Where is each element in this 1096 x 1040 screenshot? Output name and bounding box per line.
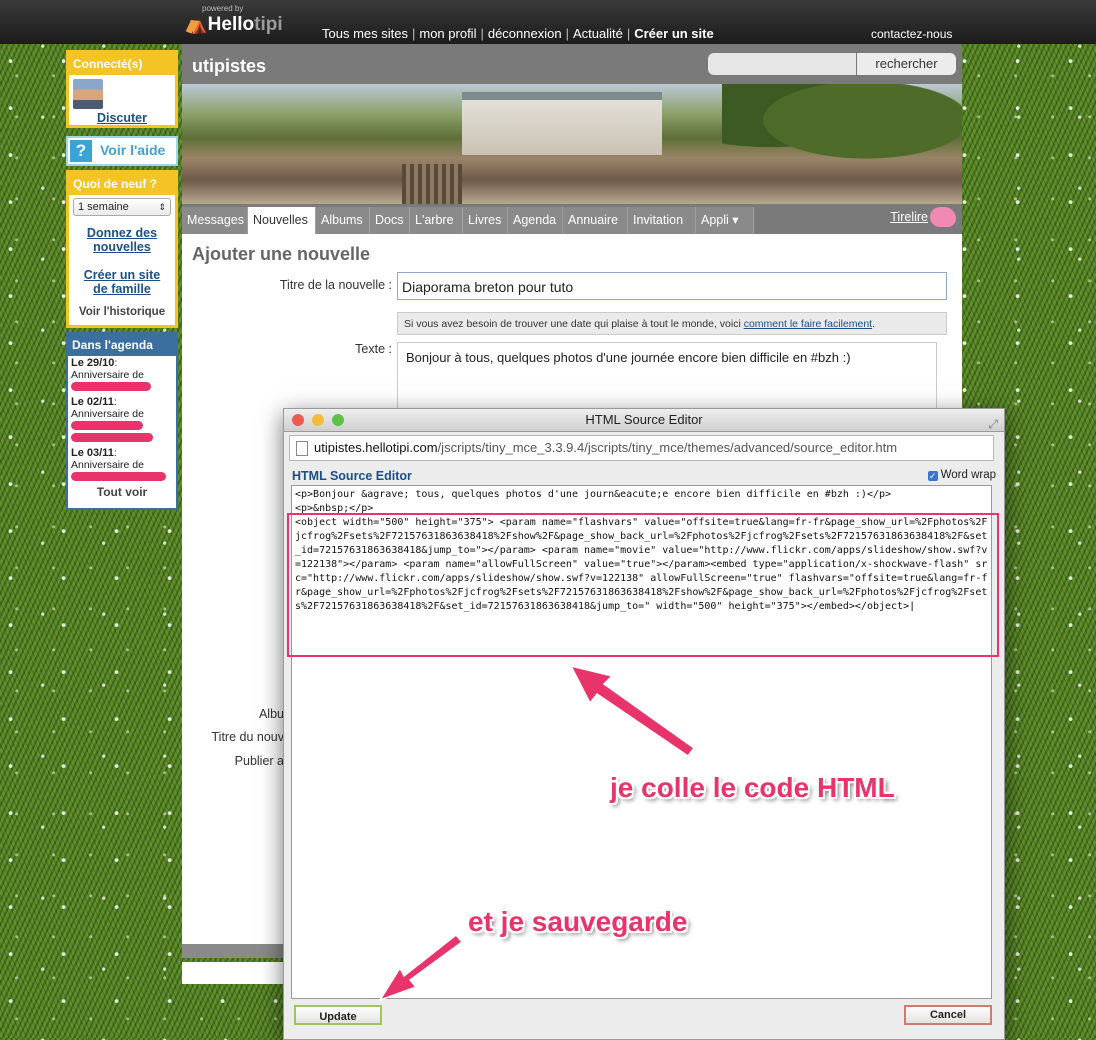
- agenda-item[interactable]: Le 29/10: Anniversaire de: [68, 356, 176, 395]
- user-avatar[interactable]: [73, 79, 103, 109]
- chat-link[interactable]: Discuter: [69, 111, 175, 125]
- select-arrows-icon: ⇕: [158, 202, 166, 212]
- redacted-name: [71, 382, 151, 391]
- chevron-down-icon: ▾: [732, 213, 739, 227]
- agenda-event: Anniversaire de: [71, 459, 144, 471]
- hint-text: Si vous avez besoin de trouver une date …: [404, 318, 741, 330]
- publish-label: Publier a: [234, 754, 284, 768]
- see-all-link[interactable]: Tout voir: [68, 485, 176, 499]
- window-titlebar[interactable]: HTML Source Editor ⤢: [284, 409, 1004, 432]
- nav-all-sites[interactable]: Tous mes sites: [322, 26, 408, 41]
- window-title: HTML Source Editor: [585, 412, 703, 427]
- text-label: Texte :: [355, 342, 392, 356]
- search-input[interactable]: [708, 53, 856, 75]
- news-text-editor[interactable]: Bonjour à tous, quelques photos d'une jo…: [397, 342, 937, 412]
- connected-panel: Connecté(s) Discuter: [66, 50, 178, 128]
- contact-link[interactable]: contactez-nous: [871, 27, 952, 41]
- page-title: Ajouter une nouvelle: [192, 244, 371, 264]
- document-icon: [296, 441, 308, 456]
- paste-annotation: je colle le code HTML: [610, 772, 895, 803]
- url-host: utipistes.hellotipi.com: [314, 440, 438, 455]
- agenda-item[interactable]: Le 03/11: Anniversaire de: [68, 446, 176, 485]
- resize-icon[interactable]: ⤢: [988, 413, 998, 435]
- piggy-bank-icon[interactable]: [930, 207, 956, 227]
- url-bar[interactable]: utipistes.hellotipi.com/jscripts/tiny_mc…: [289, 435, 994, 461]
- tab-appli[interactable]: Appli ▾: [696, 207, 754, 234]
- nav-my-profile[interactable]: mon profil: [419, 26, 476, 41]
- nav-create-site[interactable]: Créer un site: [634, 26, 713, 41]
- agenda-panel: Dans l'agenda Le 29/10: Anniversaire de …: [66, 332, 178, 510]
- word-wrap-label: Word wrap: [940, 469, 996, 481]
- tab-appli-label: Appli: [701, 213, 729, 227]
- search-button[interactable]: rechercher: [857, 53, 956, 75]
- give-news-link[interactable]: Donnez des nouvelles: [69, 226, 175, 254]
- logo-hello: Hello: [207, 14, 255, 35]
- tab-invitation[interactable]: Invitation: [628, 207, 696, 234]
- tab-livres[interactable]: Livres: [463, 207, 508, 234]
- agenda-item[interactable]: Le 02/11: Anniversaire de: [68, 395, 176, 446]
- tab-albums[interactable]: Albums: [316, 207, 370, 234]
- period-select[interactable]: 1 semaine ⇕: [73, 198, 171, 216]
- close-window-icon[interactable]: [292, 414, 304, 426]
- title-label: Titre de la nouvelle :: [279, 278, 392, 292]
- site-header: utipistes rechercher: [182, 44, 962, 84]
- nav-news[interactable]: Actualité: [573, 26, 623, 41]
- connected-title: Connecté(s): [69, 53, 175, 75]
- checkbox-checked-icon[interactable]: ✓: [927, 471, 938, 481]
- tab-annuaire[interactable]: Annuaire: [563, 207, 628, 234]
- create-family-site-link[interactable]: Créer un site de famille: [69, 268, 175, 296]
- minimize-window-icon[interactable]: [312, 414, 324, 426]
- redacted-name: [71, 472, 166, 481]
- agenda-title: Dans l'agenda: [68, 334, 176, 356]
- agenda-date: Le 29/10: [71, 357, 115, 369]
- site-tabs: Messages Nouvelles Albums Docs L'arbre L…: [182, 204, 962, 234]
- editor-heading: HTML Source Editor: [292, 469, 412, 483]
- album-title-label: Titre du nouv: [211, 730, 285, 744]
- site-banner-image: [182, 84, 962, 204]
- tirelire-link[interactable]: Tirelire: [890, 210, 928, 224]
- agenda-event: Anniversaire de: [71, 369, 144, 381]
- top-bar: powered by ⛺Hellotipi Tous mes sites | mon…: [0, 0, 1096, 44]
- agenda-date: Le 02/11: [71, 396, 114, 408]
- tab-agenda[interactable]: Agenda: [508, 207, 563, 234]
- date-hint: Si vous avez besoin de trouver une date …: [397, 312, 947, 335]
- album-label: Albu: [258, 707, 284, 721]
- help-button[interactable]: ? Voir l'aide: [66, 136, 178, 166]
- word-wrap-toggle[interactable]: ✓ Word wrap: [927, 469, 996, 481]
- nav-logout[interactable]: déconnexion: [488, 26, 562, 41]
- help-label: Voir l'aide: [100, 142, 166, 158]
- period-select-value: 1 semaine: [78, 201, 129, 213]
- html-source-editor-window: HTML Source Editor ⤢ utipistes.hellotipi…: [283, 408, 1005, 1040]
- save-annotation: et je sauvegarde: [468, 906, 688, 937]
- zoom-window-icon[interactable]: [332, 414, 344, 426]
- agenda-event: Anniversaire de: [71, 408, 144, 420]
- url-path: /jscripts/tiny_mce_3.3.9.4/jscripts/tiny…: [437, 440, 898, 455]
- agenda-date: Le 03/11: [71, 447, 114, 459]
- footer-block: [182, 962, 292, 984]
- update-button[interactable]: Update: [294, 1005, 382, 1025]
- hint-link[interactable]: comment le faire facilement: [744, 318, 872, 330]
- tab-nouvelles[interactable]: Nouvelles: [248, 207, 316, 234]
- redacted-name: [71, 421, 143, 430]
- logo-tipi: tipi: [254, 14, 283, 35]
- site-name[interactable]: utipistes: [192, 56, 266, 77]
- history-link[interactable]: Voir l'historique: [69, 306, 175, 318]
- whats-new-title: Quoi de neuf ?: [69, 173, 175, 195]
- help-question-icon: ?: [70, 140, 92, 162]
- tab-docs[interactable]: Docs: [370, 207, 410, 234]
- top-nav: Tous mes sites | mon profil | déconnexion | Ac…: [322, 26, 714, 41]
- tab-messages[interactable]: Messages: [182, 207, 248, 234]
- logo-text: ⛺Hellotipi: [184, 14, 283, 35]
- whats-new-panel: Quoi de neuf ? 1 semaine ⇕ Donnez des nou…: [66, 170, 178, 328]
- cancel-button[interactable]: Cancel: [904, 1005, 992, 1025]
- tab-arbre[interactable]: L'arbre: [410, 207, 463, 234]
- redacted-name: [71, 433, 153, 442]
- news-title-input[interactable]: Diaporama breton pour tuto: [397, 272, 947, 300]
